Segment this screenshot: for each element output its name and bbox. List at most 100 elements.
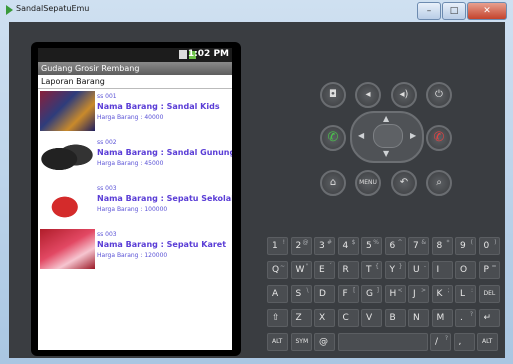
key[interactable]: O [455,261,476,279]
close-button[interactable]: ✕ [467,2,507,20]
key[interactable]: L: [455,285,476,303]
key[interactable]: 0) [478,237,500,255]
key-label: D [319,289,326,299]
key-secondary: \ [306,287,309,294]
key[interactable]: H < [384,285,406,303]
key[interactable]: A [267,285,288,303]
key[interactable]: S \ [290,285,312,303]
key-label: , [458,337,462,347]
key[interactable]: P = [478,261,500,279]
key[interactable]: W " [290,261,312,279]
key-secondary: ´ [329,263,332,270]
key[interactable]: @ [314,333,335,351]
key[interactable]: Z [290,309,312,327]
call-icon[interactable]: ✆ [320,125,346,151]
list-item[interactable]: ss 001 Nama Barang : Sandal Kids Harga B… [38,89,232,135]
key-label: L [460,289,466,299]
dpad-left-icon[interactable]: ◀ [358,131,364,140]
alt-key[interactable]: ALT [267,333,288,351]
phone-frame: 1:02 PM Gudang Grosir Rembang Laporan Ba… [31,42,241,356]
key[interactable]: N [408,309,429,327]
enter-key[interactable]: ↵ [478,309,500,327]
key[interactable]: F[ [337,285,359,303]
key[interactable]: D [314,285,335,303]
dpad-center[interactable] [373,124,403,148]
key-label: F [342,289,348,299]
key-secondary: ( [470,239,473,246]
key-secondary: < [397,287,403,294]
maximize-button[interactable]: □ [442,2,466,20]
key[interactable]: 5% [361,237,382,255]
key-label: A [272,289,279,299]
camera-icon[interactable]: ◘ [320,82,346,108]
dpad-right-icon[interactable]: ▶ [410,131,416,140]
key-label: V [366,313,373,323]
space-key[interactable] [337,333,428,351]
search-icon[interactable]: ⌕ [426,170,452,196]
volume-down-icon[interactable]: ◂ [355,82,381,108]
list-item[interactable]: ss 003 Nama Barang : Sepatu Sekolah Harg… [38,181,232,227]
key[interactable]: 4 $ [337,237,359,255]
app-icon [6,5,13,15]
dpad-up-icon[interactable]: ▲ [383,114,389,123]
key[interactable]: Y} [384,261,406,279]
home-icon[interactable]: ⌂ [320,170,346,196]
key[interactable]: 3 # [314,237,335,255]
key[interactable]: V [361,309,382,327]
key[interactable]: 2 @ [290,237,312,255]
emulator-keyboard: 1! 2 @ 3 # 4 $ 5% 6 ^ 7 & 8 * 9( 0) Q ~ W " E ´ R… [267,237,505,358]
key-label: Q [272,265,280,275]
key[interactable]: K; [431,285,453,303]
key[interactable]: /? [430,333,451,351]
product-code: ss 003 [97,231,117,238]
power-icon[interactable]: ⏻ [426,82,452,108]
emulator-window: SandalSepatuEmu – □ ✕ 1:02 PM Gudang Gro… [0,0,513,364]
key[interactable]: R [337,261,359,279]
menu-button[interactable]: MENU [355,170,381,196]
key[interactable]: X [314,309,335,327]
key-label: 1 [272,241,278,251]
alt-key[interactable]: ALT [477,333,498,351]
key[interactable]: , [453,333,475,351]
key-label: ⇧ [272,313,280,323]
key[interactable]: U- [408,261,429,279]
key[interactable]: 8 * [431,237,453,255]
key-label: B [389,313,396,323]
key[interactable]: M [431,309,453,327]
dpad[interactable]: ▲ ▼ ◀ ▶ [350,111,424,163]
key[interactable]: 6 ^ [384,237,406,255]
key-label: ALT [482,338,493,345]
key[interactable]: B [384,309,406,327]
list-item[interactable]: ss 002 Nama Barang : Sandal Gunung Harga… [38,135,232,181]
key[interactable]: 1! [267,237,288,255]
key-secondary: ; [447,287,450,294]
shift-key[interactable]: ⇧ [267,309,288,327]
key[interactable]: 7 & [408,237,429,255]
key-secondary: } [398,263,403,270]
volume-up-icon[interactable]: ◂) [391,82,417,108]
product-code: ss 003 [97,185,117,192]
key-secondary: ] [376,287,379,294]
key-secondary: [ [353,287,356,294]
product-price: Harga Barang : 100000 [97,206,168,213]
key[interactable]: T{ [361,261,382,279]
minimize-button[interactable]: – [417,2,441,20]
delete-key[interactable]: DEL [478,285,500,303]
key[interactable]: E ´ [314,261,335,279]
end-call-icon[interactable]: ✆ [426,125,452,151]
key-label: 4 [342,241,349,251]
key[interactable]: 9( [455,237,476,255]
key[interactable]: J > [408,285,429,303]
key[interactable]: G] [361,285,382,303]
product-price: Harga Barang : 40000 [97,114,164,121]
key-secondary: ? [444,335,448,342]
product-price: Harga Barang : 45000 [97,160,164,167]
sym-key[interactable]: SYM [290,333,312,351]
list-item[interactable]: ss 003 Nama Barang : Sepatu Karet Harga … [38,227,232,273]
dpad-down-icon[interactable]: ▼ [383,149,389,158]
key[interactable]: C [337,309,359,327]
key[interactable]: .? [455,309,476,327]
back-icon[interactable]: ↶ [391,170,417,196]
key[interactable]: I [431,261,453,279]
key[interactable]: Q ~ [267,261,288,279]
